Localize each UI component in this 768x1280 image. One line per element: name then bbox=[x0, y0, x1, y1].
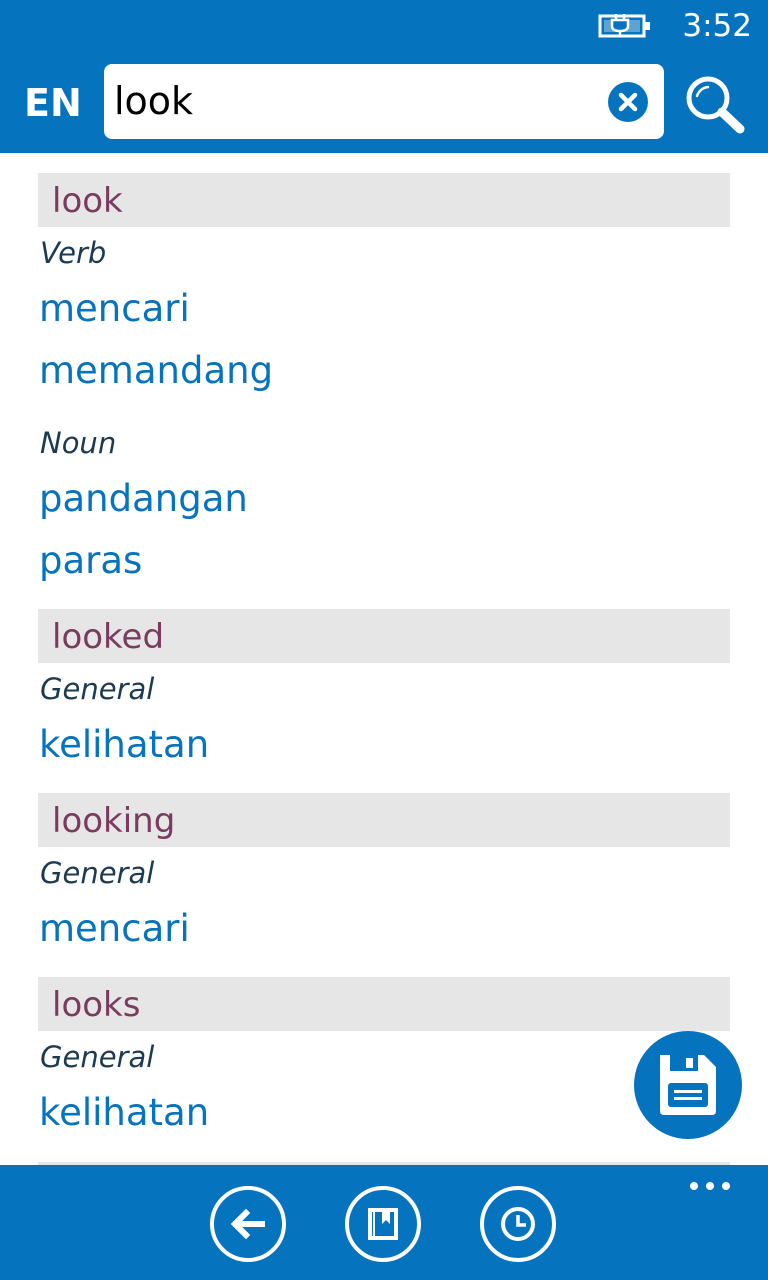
bookmarks-button[interactable] bbox=[345, 1186, 421, 1262]
translation-link[interactable]: kelihatan bbox=[39, 722, 209, 768]
search-icon[interactable] bbox=[682, 74, 748, 134]
save-button[interactable] bbox=[634, 1031, 742, 1139]
entry-look: look Verb mencari memandang Noun pandang… bbox=[38, 173, 730, 593]
translation-link[interactable]: mencari bbox=[39, 906, 190, 952]
entry-header[interactable]: looks bbox=[38, 977, 730, 1031]
entry-header[interactable]: looking bbox=[38, 793, 730, 847]
translation-link[interactable]: memandang bbox=[39, 348, 273, 394]
headword: looking bbox=[52, 801, 176, 841]
entry-looks: looks General kelihatan bbox=[38, 977, 730, 1147]
headword: looked bbox=[52, 617, 165, 657]
part-of-speech: General bbox=[40, 1040, 155, 1074]
headword: look bbox=[52, 181, 123, 221]
back-arrow-icon bbox=[230, 1208, 265, 1240]
more-dots-icon[interactable] bbox=[688, 1179, 732, 1193]
status-time: 3:52 bbox=[682, 8, 752, 44]
translation-link[interactable]: paras bbox=[39, 538, 142, 584]
part-of-speech: Noun bbox=[40, 426, 117, 460]
app-screen: 3:52 EN look Verb mencari bbox=[0, 0, 768, 1280]
results-list[interactable]: look Verb mencari memandang Noun pandang… bbox=[0, 153, 768, 1165]
entry-looked: looked General kelihatan bbox=[38, 609, 730, 779]
part-of-speech: General bbox=[40, 672, 155, 706]
language-label[interactable]: EN bbox=[24, 80, 82, 126]
app-bar bbox=[0, 1165, 768, 1280]
search-box[interactable] bbox=[104, 64, 664, 139]
search-input[interactable] bbox=[114, 72, 594, 130]
entry-header[interactable]: looked bbox=[38, 609, 730, 663]
header-bar: 3:52 EN bbox=[0, 0, 768, 153]
history-button[interactable] bbox=[480, 1186, 556, 1262]
bookmark-book-icon bbox=[368, 1208, 398, 1240]
battery-charging-icon bbox=[598, 12, 652, 40]
clear-icon[interactable] bbox=[608, 82, 648, 122]
translation-link[interactable]: mencari bbox=[39, 286, 190, 332]
history-clock-icon bbox=[501, 1207, 535, 1241]
save-icon bbox=[660, 1055, 716, 1115]
entry-looking: looking General mencari bbox=[38, 793, 730, 963]
translation-link[interactable]: kelihatan bbox=[39, 1090, 209, 1136]
back-button[interactable] bbox=[210, 1186, 286, 1262]
part-of-speech: Verb bbox=[40, 236, 107, 270]
translation-link[interactable]: pandangan bbox=[39, 476, 248, 522]
part-of-speech: General bbox=[40, 856, 155, 890]
headword: looks bbox=[52, 985, 141, 1025]
entry-header[interactable]: look bbox=[38, 173, 730, 227]
